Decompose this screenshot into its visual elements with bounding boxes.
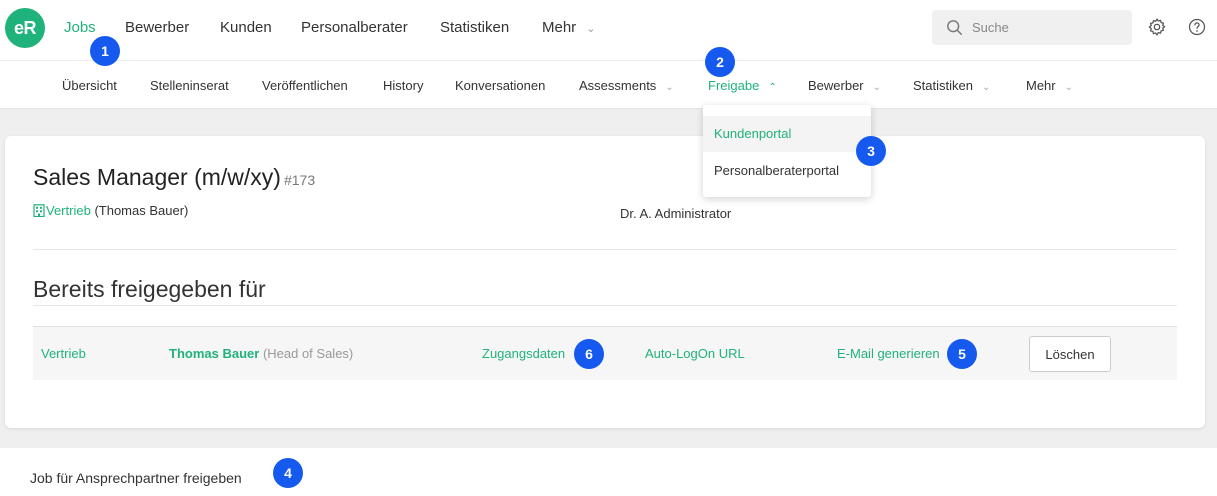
subnav-assessments-label: Assessments (579, 78, 657, 93)
menu-item-personalberaterportal[interactable]: Personalberaterportal (703, 153, 871, 189)
subnav-statistiken[interactable]: Statistiken ⌄ (913, 78, 990, 93)
freigabe-dropdown-menu: Kundenportal Personalberaterportal (703, 105, 871, 197)
annotation-badge: 1 (90, 36, 120, 66)
chevron-down-icon: ⌄ (981, 82, 991, 93)
nav-jobs[interactable]: Jobs (64, 19, 96, 36)
subnav-bewerber[interactable]: Bewerber ⌄ (808, 78, 881, 93)
job-number: #173 (283, 172, 316, 188)
subnav-uebersicht[interactable]: Übersicht (62, 78, 117, 93)
page-title: Sales Manager (m/w/xy) #173 (33, 164, 315, 191)
section-title: Bereits freigegeben für (33, 276, 266, 302)
chevron-up-icon: ⌃ (768, 82, 777, 93)
row-contact: Thomas Bauer (Head of Sales) (169, 346, 353, 361)
subnav-bewerber-label: Bewerber (808, 78, 864, 93)
share-job-link[interactable]: Job für Ansprechpartner freigeben (30, 470, 242, 486)
top-navigation: eR Jobs Bewerber Kunden Personalberater … (0, 0, 1217, 61)
subnav-assessments[interactable]: Assessments ⌄ (579, 78, 674, 93)
job-title: Sales Manager (m/w/xy) (33, 164, 281, 190)
search-input[interactable] (972, 20, 1122, 35)
annotation-badge: 4 (273, 458, 303, 488)
contact-role: (Head of Sales) (262, 346, 354, 361)
department-link[interactable]: Vertrieb (46, 203, 91, 218)
nav-statistiken[interactable]: Statistiken (440, 19, 509, 36)
nav-personalberater[interactable]: Personalberater (301, 19, 408, 36)
table-row: Vertrieb Thomas Bauer (Head of Sales) Zu… (33, 326, 1177, 380)
subnav-history[interactable]: History (383, 78, 423, 93)
autologon-url-link[interactable]: Auto-LogOn URL (645, 346, 745, 361)
menu-item-kundenportal[interactable]: Kundenportal (703, 116, 871, 152)
recruiter-name: Dr. A. Administrator (620, 206, 732, 221)
building-icon (33, 204, 45, 217)
subnav-mehr[interactable]: Mehr ⌄ (1026, 78, 1073, 93)
help-question-icon[interactable] (1187, 17, 1207, 37)
subnav-stelleninserat[interactable]: Stelleninserat (150, 78, 229, 93)
subnav-konversationen[interactable]: Konversationen (455, 78, 545, 93)
credentials-link[interactable]: Zugangsdaten (482, 346, 565, 361)
divider (33, 249, 1177, 250)
nav-mehr-label: Mehr (542, 19, 577, 36)
job-card: Sales Manager (m/w/xy) #173 Vertrieb (Tho… (5, 136, 1205, 428)
divider (33, 305, 1177, 306)
subnav-freigabe-label: Freigabe (708, 78, 760, 93)
chevron-down-icon: ⌄ (586, 23, 596, 35)
contact-name-link[interactable]: Thomas Bauer (169, 346, 259, 361)
annotation-badge: 3 (856, 136, 886, 166)
job-sub-navigation: Übersicht Stelleninserat Veröffentlichen… (0, 61, 1217, 109)
job-department-line: Vertrieb (Thomas Bauer) (33, 203, 188, 218)
bottom-bar: Job für Ansprechpartner freigeben (0, 448, 1217, 496)
nav-kunden[interactable]: Kunden (220, 19, 272, 36)
nav-mehr[interactable]: Mehr ⌄ (542, 19, 595, 36)
chevron-down-icon: ⌄ (665, 82, 674, 93)
chevron-down-icon: ⌄ (1064, 82, 1074, 93)
search-box[interactable] (932, 10, 1132, 45)
nav-bewerber[interactable]: Bewerber (125, 19, 189, 36)
delete-button[interactable]: Löschen (1029, 336, 1111, 372)
settings-gear-icon[interactable] (1147, 17, 1167, 37)
subnav-freigabe[interactable]: Freigabe ⌃ (708, 78, 777, 93)
app-logo[interactable]: eR (5, 8, 45, 48)
annotation-badge: 2 (705, 47, 735, 77)
subnav-mehr-label: Mehr (1026, 78, 1056, 93)
department-contact: (Thomas Bauer) (94, 203, 189, 218)
search-icon (947, 19, 963, 35)
subnav-veroeffentlichen[interactable]: Veröffentlichen (262, 78, 348, 93)
generate-email-link[interactable]: E-Mail generieren (837, 346, 940, 361)
subnav-statistiken-label: Statistiken (913, 78, 973, 93)
chevron-down-icon: ⌄ (872, 82, 882, 93)
annotation-badge: 6 (574, 339, 604, 369)
row-department-link[interactable]: Vertrieb (41, 346, 86, 361)
annotation-badge: 5 (947, 339, 977, 369)
